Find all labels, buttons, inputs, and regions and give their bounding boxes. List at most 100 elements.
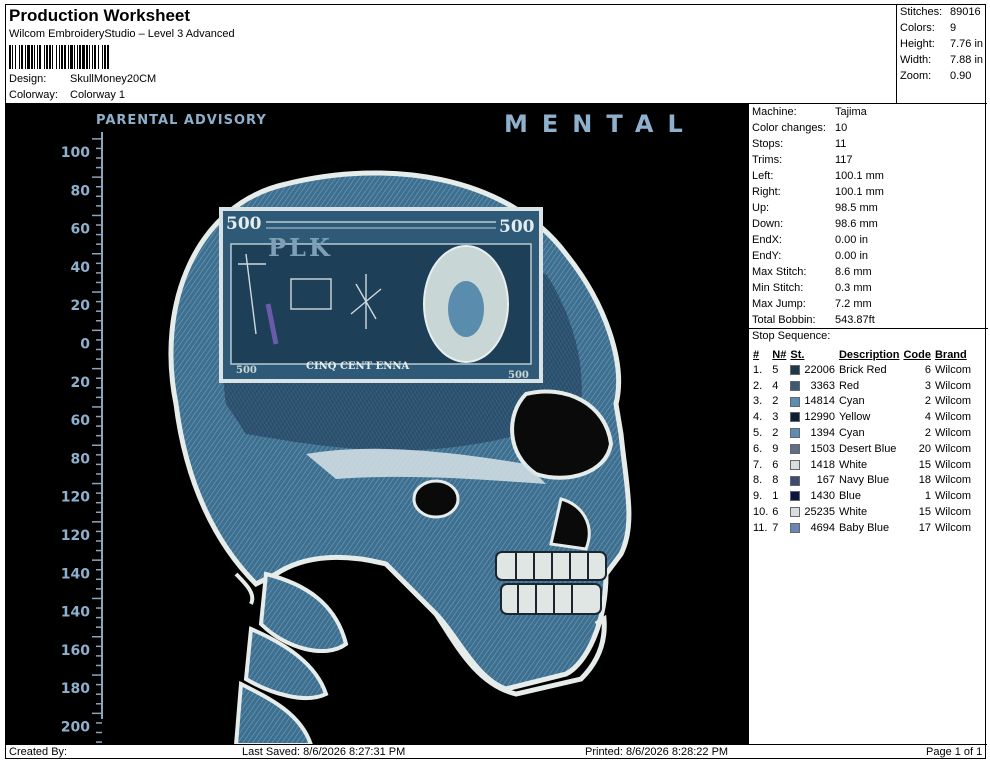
- thread-code: 4: [924, 411, 931, 424]
- ruler-label: 160: [61, 643, 90, 659]
- needle-number: 7: [772, 521, 779, 534]
- ruler-label: 0: [80, 337, 90, 353]
- thread-code: 2: [924, 395, 931, 408]
- needle-number: 1: [772, 490, 779, 503]
- thread-brand: Wilcom: [934, 427, 972, 440]
- total-bobbin-value: 543.87ft: [835, 314, 875, 326]
- stop-row: 11. 7 4694 Baby Blue 17 Wilcom: [751, 520, 973, 536]
- endy-label: EndY:: [752, 250, 782, 262]
- thread-description: White: [838, 506, 868, 519]
- color-swatch: [788, 441, 802, 457]
- stitch-count: 4694: [810, 521, 835, 534]
- ruler-label: 180: [61, 681, 90, 697]
- stop-index: 2.: [753, 379, 763, 392]
- zoom-value: 0.90: [950, 70, 972, 82]
- color-swatch: [788, 488, 802, 504]
- height-value: 7.76 in: [950, 38, 984, 50]
- stop-index: 10.: [753, 506, 769, 519]
- needle-number: 2: [772, 395, 779, 408]
- ruler-label: 120: [61, 528, 90, 544]
- stop-row: 9. 1 1430 Blue 1 Wilcom: [751, 488, 973, 504]
- mental-text: MENTAL: [504, 110, 697, 138]
- stops-value: 11: [835, 138, 847, 150]
- col-needle: N#: [772, 348, 787, 361]
- stitch-count: 3363: [810, 379, 835, 392]
- width-label: Width:: [900, 54, 932, 66]
- ruler-label: 80: [71, 451, 91, 467]
- thread-brand: Wilcom: [934, 521, 972, 534]
- worksheet-header: Production Worksheet Wilcom EmbroiderySt…: [6, 5, 896, 103]
- bill-small-left: 500: [236, 365, 257, 376]
- thread-code: 2: [924, 427, 931, 440]
- needle-number: 5: [772, 363, 779, 376]
- thread-code: 15: [918, 458, 931, 471]
- max-jump-value: 7.2 mm: [835, 298, 872, 310]
- col-description: Description: [838, 348, 900, 361]
- stop-row: 6. 9 1503 Desert Blue 20 Wilcom: [751, 441, 973, 457]
- up-label: Up:: [752, 202, 770, 214]
- stop-row: 8. 8 167 Navy Blue 18 Wilcom: [751, 473, 973, 489]
- color-swatch: [788, 362, 802, 378]
- ruler-label: 40: [71, 260, 91, 276]
- color-swatch: [788, 520, 802, 536]
- thread-brand: Wilcom: [934, 379, 972, 392]
- max-stitch-value: 8.6 mm: [835, 266, 872, 278]
- stitch-count: 14814: [804, 395, 835, 408]
- thread-description: Yellow: [838, 411, 871, 424]
- thread-description: Red: [838, 379, 860, 392]
- endx-label: EndX:: [752, 234, 782, 246]
- thread-brand: Wilcom: [934, 363, 972, 376]
- bill-text: PLK: [268, 233, 333, 262]
- thread-brand: Wilcom: [934, 474, 972, 487]
- thread-code: 1: [924, 490, 931, 503]
- stitch-count: 1430: [810, 490, 835, 503]
- needle-number: 6: [772, 458, 779, 471]
- thread-brand: Wilcom: [934, 490, 972, 503]
- design-name: SkullMoney20CM: [70, 73, 157, 85]
- machine-value: Tajima: [835, 106, 867, 118]
- needle-number: 6: [772, 506, 779, 519]
- created-by: Created By:: [9, 746, 68, 758]
- colorway-row: Colorway: Colorway 1: [9, 89, 125, 101]
- bill-value-right: 500: [499, 217, 535, 237]
- colorway-name: Colorway 1: [70, 89, 126, 101]
- page-number: Page 1 of 1: [926, 746, 983, 758]
- color-swatch: [788, 378, 802, 394]
- stop-sequence-table: # N# St. Description Code Brand 1. 5 22006…: [751, 347, 973, 536]
- barcode: [9, 45, 217, 69]
- trims-label: Trims:: [752, 154, 783, 166]
- stop-row: 1. 5 22006 Brick Red 6 Wilcom: [751, 362, 973, 378]
- stop-row: 5. 2 1394 Cyan 2 Wilcom: [751, 425, 973, 441]
- needle-number: 8: [772, 474, 779, 487]
- left-label: Left:: [752, 170, 774, 182]
- thread-code: 20: [918, 442, 931, 455]
- thread-brand: Wilcom: [934, 458, 972, 471]
- thread-description: Baby Blue: [838, 521, 890, 534]
- color-changes-label: Color changes:: [752, 122, 826, 134]
- needle-number: 3: [772, 411, 779, 424]
- stop-index: 8.: [753, 474, 763, 487]
- needle-number: 4: [772, 379, 779, 392]
- machine-label: Machine:: [752, 106, 797, 118]
- worksheet-footer: Created By: Last Saved: 8/6/2026 8:27:31…: [6, 744, 987, 759]
- stitch-count: 22006: [804, 363, 835, 376]
- worksheet-title: Production Worksheet: [9, 6, 191, 25]
- thread-brand: Wilcom: [934, 506, 972, 519]
- divider: [749, 328, 988, 329]
- stitch-count: 167: [816, 474, 835, 487]
- thread-code: 3: [924, 379, 931, 392]
- color-swatch: [788, 409, 802, 425]
- software-name: Wilcom EmbroideryStudio – Level 3 Advanc…: [9, 28, 235, 40]
- down-label: Down:: [752, 218, 784, 230]
- total-bobbin-label: Total Bobbin:: [752, 314, 816, 326]
- thread-description: Blue: [838, 490, 861, 503]
- min-stitch-label: Min Stitch:: [752, 282, 804, 294]
- ruler-label: 60: [71, 413, 91, 429]
- banknote: 500 500 PLK CINQ CENT ENNA 500 500: [219, 207, 543, 383]
- needle-number: 9: [772, 442, 779, 455]
- stitch-count: 25235: [804, 506, 835, 519]
- ruler-label: 200: [61, 720, 90, 736]
- stop-index: 7.: [753, 458, 763, 471]
- ruler-label: 20: [71, 298, 91, 314]
- thread-description: Desert Blue: [838, 442, 897, 455]
